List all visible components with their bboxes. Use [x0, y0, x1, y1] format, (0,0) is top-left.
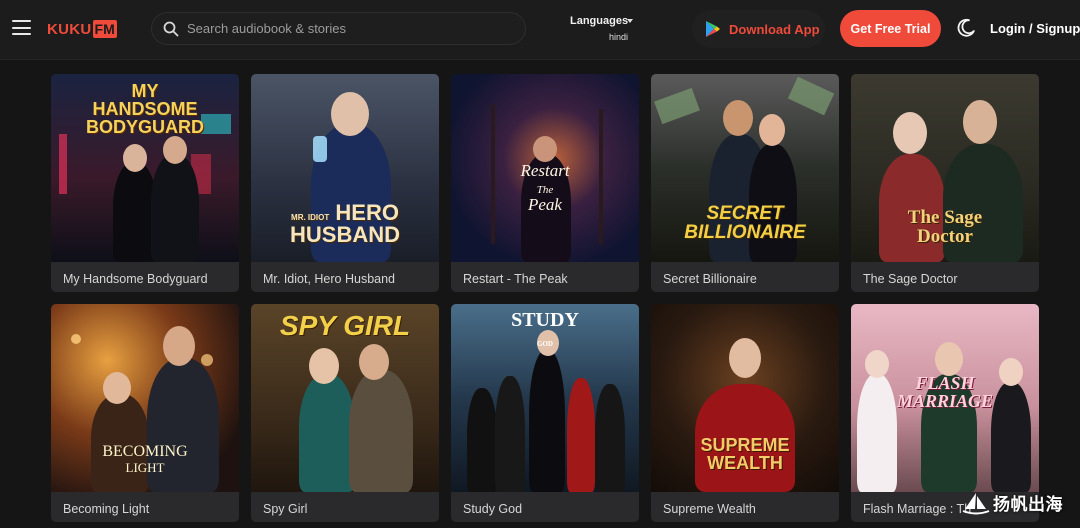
cover-text: GOD [537, 340, 553, 348]
book-title: Study God [463, 502, 523, 516]
audiobook-grid: MY HANDSOME BODYGUARD My Handsome Bodygu… [51, 74, 1039, 522]
cover-text: FLASH [915, 373, 975, 393]
cover-text: BECOMING [102, 443, 188, 460]
book-card[interactable]: MR. IDIOT HERO HUSBAND Mr. Idiot, Hero H… [251, 74, 439, 292]
cover-text: LIGHT [125, 460, 165, 475]
search-bar[interactable] [151, 12, 526, 45]
book-card[interactable]: MY HANDSOME BODYGUARD My Handsome Bodygu… [51, 74, 239, 292]
cover-text: Peak [528, 195, 562, 214]
cover-text: SECRET [706, 203, 784, 224]
book-cover-image: SUPREME WEALTH [651, 304, 839, 492]
cover-text: Restart [520, 161, 570, 180]
book-card[interactable]: SUPREME WEALTH Supreme Wealth [651, 304, 839, 522]
book-title: Spy Girl [263, 502, 308, 516]
book-title: The Sage Doctor [863, 272, 958, 286]
logo-fm-text: FM [92, 20, 117, 38]
cover-text: HANDSOME [92, 99, 198, 119]
chevron-down-icon [627, 19, 633, 23]
book-cover-image: FLASH MARRIAGE [851, 304, 1039, 492]
book-cover-image: STUDY GOD [451, 304, 639, 492]
watermark-text: 扬帆出海 [993, 495, 1063, 514]
cover-text: The Sage [907, 207, 983, 228]
book-cover-image: SECRET BILLIONAIRE [651, 74, 839, 262]
cover-text: BODYGUARD [85, 117, 204, 137]
cover-text: MR. IDIOT [291, 213, 330, 222]
book-cover-image: The Sage Doctor [851, 74, 1039, 262]
book-card[interactable]: SPY GIRL Spy Girl [251, 304, 439, 522]
google-play-icon [706, 21, 720, 37]
cover-text: WEALTH [707, 453, 783, 473]
cover-text: STUDY [511, 309, 579, 331]
sail-logo-icon [962, 492, 990, 514]
cover-text: SPY GIRL [279, 310, 411, 341]
book-card[interactable]: BECOMING LIGHT Becoming Light [51, 304, 239, 522]
book-title: Mr. Idiot, Hero Husband [263, 272, 396, 286]
book-card[interactable]: SECRET BILLIONAIRE Secret Billionaire [651, 74, 839, 292]
language-selector[interactable]: Languages hindi [565, 13, 645, 47]
search-input[interactable] [187, 21, 507, 36]
get-free-trial-button[interactable]: Get Free Trial [840, 10, 941, 47]
login-signup-link[interactable]: Login / Signup [990, 21, 1080, 36]
top-header: KUKU FM Languages hindi Download App Get… [0, 0, 1080, 60]
selected-language: hindi [609, 32, 629, 42]
book-title: My Handsome Bodyguard [63, 272, 208, 286]
logo-kuku-text: KUKU [47, 20, 92, 38]
cover-text: SUPREME [700, 435, 790, 455]
book-card[interactable]: The Sage Doctor The Sage Doctor [851, 74, 1039, 292]
book-cover-image: MR. IDIOT HERO HUSBAND [251, 74, 439, 262]
cover-text: MARRIAGE [896, 391, 994, 411]
download-app-button[interactable]: Download App [692, 10, 825, 48]
download-app-label: Download App [729, 21, 820, 37]
book-title: Flash Marriage : Th [863, 502, 972, 516]
book-title: Supreme Wealth [663, 502, 756, 516]
book-title: Restart - The Peak [463, 272, 568, 286]
book-title: Secret Billionaire [663, 272, 757, 286]
cover-text: MY [131, 81, 159, 101]
cover-text: HUSBAND [290, 222, 400, 247]
kukufm-logo[interactable]: KUKU FM [47, 19, 117, 39]
languages-label: Languages [570, 15, 629, 27]
hamburger-menu-icon[interactable] [12, 20, 31, 35]
dark-mode-moon-icon[interactable] [956, 18, 976, 38]
book-card[interactable]: STUDY GOD Study God [451, 304, 639, 522]
book-card[interactable]: Restart The Peak Restart - The Peak [451, 74, 639, 292]
book-cover-image: Restart The Peak [451, 74, 639, 262]
cover-text: BILLIONAIRE [684, 222, 806, 243]
book-title: Becoming Light [63, 502, 150, 516]
book-cover-image: SPY GIRL [251, 304, 439, 492]
cover-text: Doctor [917, 226, 973, 247]
watermark: 扬帆出海 [962, 490, 1063, 515]
book-cover-image: MY HANDSOME BODYGUARD [51, 74, 239, 262]
search-icon [163, 21, 179, 36]
book-cover-image: BECOMING LIGHT [51, 304, 239, 492]
